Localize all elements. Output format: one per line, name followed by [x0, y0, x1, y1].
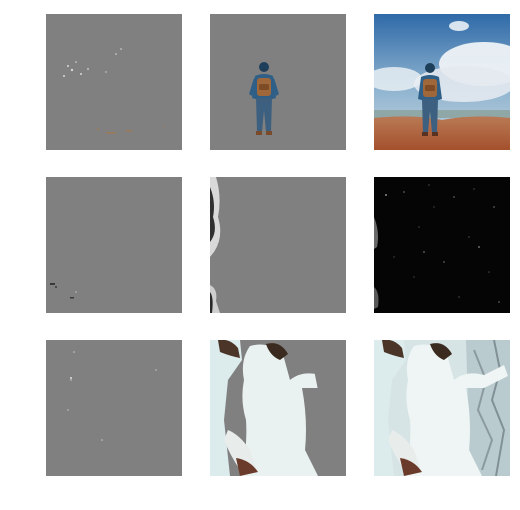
sparse-map-image [374, 184, 500, 309]
grid-cell-r1c3 [374, 14, 510, 150]
couple-figure [210, 340, 346, 476]
grid-cell-r2c2 [210, 177, 346, 313]
noise-mask-image [63, 48, 165, 134]
edge-cutout-image [210, 177, 221, 313]
hiker-original-image [374, 14, 510, 150]
grid-cell-r2c1 [46, 177, 182, 313]
grid-cell-r3c2 [210, 340, 346, 476]
noise-mask-image [67, 351, 157, 441]
noise-mask-image [50, 283, 77, 299]
couple-cutout-image [210, 340, 346, 476]
grid-cell-r1c1 [46, 14, 182, 150]
grid-cell-r3c3 [374, 340, 510, 476]
grid-cell-r3c1 [46, 340, 182, 476]
grid-cell-r1c2 [210, 14, 346, 150]
couple-original-image [374, 340, 510, 476]
hiker-cutout-image [249, 62, 279, 135]
hiker-figure [249, 62, 279, 135]
grid-cell-r2c3 [374, 177, 510, 313]
